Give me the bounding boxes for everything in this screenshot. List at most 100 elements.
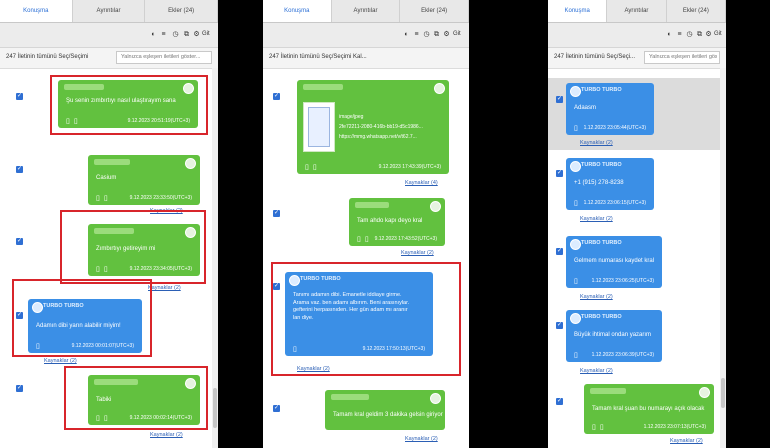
file-url[interactable]: https://mmg.whatsapp.net/v/t62.7...: [339, 134, 417, 140]
sender-name-blurred: [355, 202, 389, 208]
copy-icon[interactable]: ⧉: [433, 31, 440, 38]
message-checkbox[interactable]: ✓: [556, 248, 563, 255]
sources-link[interactable]: Kaynaklar (2): [44, 358, 77, 364]
message-status-icons: ▯▯: [305, 164, 321, 171]
sources-link[interactable]: Kaynaklar (2): [580, 294, 613, 300]
message-status-icons: ▯: [574, 352, 582, 359]
sort-icon[interactable]: ≡: [413, 31, 420, 38]
tab-attachments[interactable]: Ekler (24): [400, 0, 469, 22]
time-icon[interactable]: ◷: [423, 31, 430, 38]
avatar: [430, 201, 441, 212]
avatar: [570, 313, 581, 324]
message-text: Büyük ihtimal ondan yazarım: [574, 332, 652, 338]
copy-icon[interactable]: ⧉: [696, 31, 703, 38]
select-all-label[interactable]: 247 İletinin tümünü Seç/Seçi...: [554, 54, 635, 60]
scrollbar[interactable]: [212, 68, 218, 448]
tab-conversation[interactable]: Konuşma: [548, 0, 608, 22]
sources-link[interactable]: Kaynaklar (2): [580, 140, 613, 146]
message-checkbox[interactable]: ✓: [556, 96, 563, 103]
message-bubble[interactable]: Tam ahdo kapı deyo kral ▯▯ 9.12.2023 17:…: [349, 198, 445, 246]
message-time: 9.12.2023 23:33:50(UTC+3): [129, 195, 192, 201]
sources-link[interactable]: Kaynaklar (2): [405, 436, 438, 442]
message-checkbox[interactable]: ✓: [556, 398, 563, 405]
image-preview-icon: [308, 107, 330, 147]
message-status-icons: ▯▯: [357, 236, 373, 243]
time-icon[interactable]: ◷: [172, 31, 179, 38]
scrollbar[interactable]: [720, 68, 726, 448]
message-text: +1 (915) 278-8238: [574, 180, 624, 186]
message-text: Gelmem numarası kaydet kral: [574, 258, 655, 264]
scrollbar-thumb[interactable]: [721, 378, 725, 408]
filter-icon[interactable]: ◐: [150, 31, 157, 38]
image-thumbnail[interactable]: [303, 102, 335, 152]
gear-icon[interactable]: ⚙: [443, 31, 450, 38]
goto-label[interactable]: Git: [202, 31, 210, 37]
message-time: 1.12.2023 23:07:13(UTC+3): [643, 424, 706, 430]
message-text: Adaasm: [574, 105, 597, 111]
avatar: [434, 83, 445, 94]
sender-name: TURBO TURBO: [581, 314, 622, 320]
message-checkbox[interactable]: ✓: [273, 405, 280, 412]
sources-link[interactable]: Kaynaklar (2): [670, 438, 703, 444]
goto-label[interactable]: Git: [453, 31, 461, 37]
sender-name: TURBO TURBO: [581, 240, 622, 246]
sort-icon[interactable]: ≡: [676, 31, 683, 38]
sender-name-blurred: [590, 388, 626, 394]
tab-conversation[interactable]: Konuşma: [263, 0, 332, 22]
filter-icon[interactable]: ◐: [403, 31, 410, 38]
message-time: 9.12.2023 17:43:39(UTC+3): [378, 164, 441, 170]
select-all-label[interactable]: 247 İletinin tümünü Seç/Seçimi Kal...: [269, 54, 367, 60]
tab-conversation[interactable]: Konuşma: [0, 0, 73, 22]
message-bubble[interactable]: TURBO TURBO +1 (915) 278-8238 ▯ 1.12.202…: [566, 158, 654, 210]
message-checkbox[interactable]: ✓: [16, 385, 23, 392]
filter-icon[interactable]: ◐: [666, 31, 673, 38]
message-bubble[interactable]: TURBO TURBO Gelmem numarası kaydet kral …: [566, 236, 662, 288]
sender-name: TURBO TURBO: [581, 87, 622, 93]
search-input[interactable]: [644, 51, 720, 64]
message-bubble[interactable]: TURBO TURBO Adaasm ▯ 1.12.2023 23:05:44(…: [566, 83, 654, 135]
message-checkbox[interactable]: ✓: [273, 93, 280, 100]
message-checkbox[interactable]: ✓: [16, 238, 23, 245]
selection-bar: 247 İletinin tümünü Seç/Seçi...: [548, 48, 726, 69]
gear-icon[interactable]: ⚙: [193, 31, 200, 38]
scrollbar-thumb[interactable]: [213, 388, 217, 428]
sources-link[interactable]: Kaynaklar (2): [148, 285, 181, 291]
sender-name: TURBO TURBO: [581, 162, 622, 168]
sources-link[interactable]: Kaynaklar (4): [405, 180, 438, 186]
sender-name-blurred: [331, 394, 369, 400]
tab-attachments[interactable]: Ekler (24): [667, 0, 726, 22]
message-checkbox[interactable]: ✓: [16, 166, 23, 173]
sources-link[interactable]: Kaynaklar (2): [401, 250, 434, 256]
time-icon[interactable]: ◷: [686, 31, 693, 38]
message-time: 9.12.2023 17:43:52(UTC+3): [374, 236, 437, 242]
message-checkbox[interactable]: ✓: [16, 93, 23, 100]
avatar: [430, 393, 441, 404]
message-bubble[interactable]: image/jpeg 2fe72211-2080-416b-bb19-d5c19…: [297, 80, 449, 174]
tab-details[interactable]: Ayrıntılar: [332, 0, 401, 22]
sources-link[interactable]: Kaynaklar (2): [297, 366, 330, 372]
avatar: [699, 387, 710, 398]
sort-icon[interactable]: ≡: [160, 31, 167, 38]
tab-details[interactable]: Ayrıntılar: [607, 0, 667, 22]
avatar: [570, 239, 581, 250]
message-bubble[interactable]: Tamam kral geldim 3 dakika gelsin giriyo…: [325, 390, 445, 430]
sender-name-blurred: [303, 84, 343, 90]
gear-icon[interactable]: ⚙: [705, 31, 712, 38]
tab-attachments[interactable]: Ekler (24): [145, 0, 218, 22]
message-checkbox[interactable]: ✓: [273, 210, 280, 217]
message-checkbox[interactable]: ✓: [556, 170, 563, 177]
search-input[interactable]: [116, 51, 212, 64]
message-bubble[interactable]: Casium ▯▯ 9.12.2023 23:33:50(UTC+3): [88, 155, 200, 205]
message-bubble[interactable]: Tamam kral şuan bu numarayı açık olacak …: [584, 384, 714, 434]
highlight-box: [64, 366, 208, 430]
message-checkbox[interactable]: ✓: [556, 322, 563, 329]
message-bubble[interactable]: TURBO TURBO Büyük ihtimal ondan yazarım …: [566, 310, 662, 362]
copy-icon[interactable]: ⧉: [183, 31, 190, 38]
sources-link[interactable]: Kaynaklar (2): [580, 216, 613, 222]
message-time: 1.12.2023 23:06:39(UTC+3): [591, 352, 654, 358]
select-all-label[interactable]: 247 İletinin tümünü Seç/Seçimi: [6, 54, 88, 60]
sources-link[interactable]: Kaynaklar (2): [150, 432, 183, 438]
tab-details[interactable]: Ayrıntılar: [73, 0, 146, 22]
goto-label[interactable]: Git: [714, 31, 722, 37]
sources-link[interactable]: Kaynaklar (2): [580, 368, 613, 374]
